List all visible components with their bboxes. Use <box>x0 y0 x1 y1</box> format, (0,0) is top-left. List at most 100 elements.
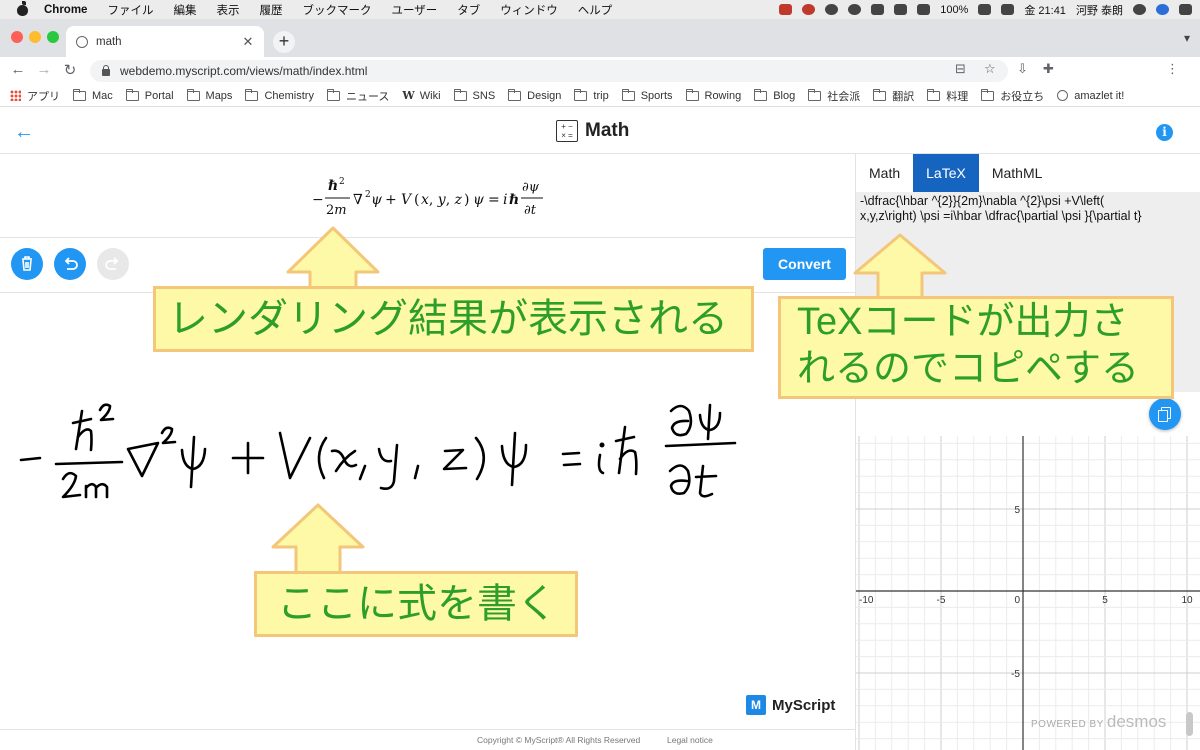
menu-clock[interactable]: 金 21:41 <box>1024 2 1066 18</box>
time-machine-icon[interactable] <box>825 4 839 15</box>
tab-math[interactable]: Math <box>856 154 913 192</box>
apple-icon[interactable] <box>14 0 32 17</box>
bookmark-trip[interactable]: trip <box>574 88 609 102</box>
scrollbar-thumb[interactable] <box>1186 712 1193 736</box>
tab-mathml[interactable]: MathML <box>979 154 1056 192</box>
new-tab-button[interactable]: + <box>273 31 295 53</box>
bookmark-cooking[interactable]: 料理 <box>927 88 968 104</box>
battery-icon[interactable] <box>978 4 992 15</box>
info-icon[interactable]: i <box>1156 124 1173 141</box>
menu-bookmarks[interactable]: ブックマーク <box>302 2 371 18</box>
bookmark-social[interactable]: 社会派 <box>808 88 860 104</box>
url-text[interactable]: webdemo.myscript.com/views/math/index.ht… <box>120 64 367 78</box>
convert-button[interactable]: Convert <box>763 248 846 280</box>
bookmark-label: trip <box>593 89 609 102</box>
bookmark-apps[interactable]: アプリ <box>10 88 60 104</box>
browser-tab[interactable]: math ✕ <box>66 26 264 57</box>
bookmark-portal[interactable]: Portal <box>125 88 174 102</box>
minimize-window-button[interactable] <box>29 31 41 43</box>
menu-edit[interactable]: 編集 <box>173 2 196 18</box>
handwriting-canvas[interactable] <box>0 293 855 729</box>
bookmark-label: Rowing <box>704 89 742 102</box>
svg-text:2: 2 <box>365 190 371 200</box>
input-method-icon[interactable] <box>1001 4 1015 15</box>
close-tab-icon[interactable]: ✕ <box>240 34 256 50</box>
bookmark-sns[interactable]: SNS <box>453 88 496 102</box>
bookmark-design[interactable]: Design <box>508 88 561 102</box>
extensions-icon[interactable]: ✚ <box>1043 61 1054 77</box>
bookmark-star-icon[interactable]: ☆ <box>984 61 996 77</box>
bookmark-label: Chemistry <box>264 89 314 102</box>
menu-users[interactable]: ユーザー <box>391 2 437 18</box>
siri-icon[interactable] <box>1156 4 1169 15</box>
tick-label: 10 <box>1181 595 1193 606</box>
myscript-brand[interactable]: M MyScript <box>746 695 835 715</box>
download-extension-icon[interactable]: ⇩ <box>1017 61 1028 77</box>
svg-text:∂ψ: ∂ψ <box>522 180 540 195</box>
folder-icon <box>754 88 768 101</box>
forward-icon[interactable]: → <box>34 61 54 78</box>
back-icon[interactable]: ← <box>8 61 28 78</box>
wikipedia-icon: W <box>402 89 415 102</box>
bookmark-label: SNS <box>472 89 496 102</box>
legal-notice-link[interactable]: Legal notice <box>667 735 713 745</box>
undo-button[interactable] <box>54 248 86 280</box>
menu-help[interactable]: ヘルプ <box>578 2 613 18</box>
bookmark-news[interactable]: ニュース <box>326 88 390 104</box>
bookmark-useful[interactable]: お役立ち <box>981 88 1044 104</box>
close-window-button[interactable] <box>11 31 23 43</box>
spotlight-icon[interactable] <box>1133 4 1146 15</box>
bookmark-translate[interactable]: 翻訳 <box>873 88 914 104</box>
menu-window[interactable]: ウィンドウ <box>500 2 558 18</box>
notification-icon[interactable] <box>779 4 793 15</box>
control-center-icon[interactable] <box>1179 4 1192 15</box>
bookmark-label: 社会派 <box>827 90 861 103</box>
wifi-icon[interactable] <box>871 4 885 15</box>
bookmark-wiki[interactable]: W Wiki <box>402 89 440 102</box>
desmos-graph[interactable]: -10 -5 0 5 10 5 -5 <box>856 436 1200 750</box>
desmos-badge[interactable]: POWERED BY desmos <box>1031 712 1166 732</box>
translate-icon[interactable]: ⊟ <box>955 61 966 77</box>
folder-icon <box>621 88 635 101</box>
reload-icon[interactable]: ↻ <box>60 61 80 79</box>
address-bar[interactable]: webdemo.myscript.com/views/math/index.ht… <box>90 60 1008 82</box>
bookmark-maps[interactable]: Maps <box>186 88 232 102</box>
redo-button[interactable] <box>97 248 129 280</box>
volume-icon[interactable] <box>917 4 931 15</box>
bookmark-amazlet[interactable]: amazlet it! <box>1057 90 1124 102</box>
menu-user[interactable]: 河野 泰朗 <box>1076 2 1123 18</box>
bookmarks-bar: アプリ Mac Portal Maps Chemistry ニュース W Wiki… <box>0 85 1200 107</box>
latex-code[interactable]: -\dfrac{\hbar ^{2}}{2m}\nabla ^{2}\psi +… <box>860 194 1197 224</box>
battery-percent[interactable]: 100% <box>940 4 968 16</box>
chrome-menu-icon[interactable]: ⋮ <box>1166 61 1179 77</box>
tick-label: -5 <box>1011 669 1020 680</box>
bookmark-sports[interactable]: Sports <box>621 88 673 102</box>
rendered-formula: − ℏ 2 2m ∇ 2 ψ + V ( x, y, z ) ψ = i ℏ ∂… <box>312 177 543 218</box>
menu-file[interactable]: ファイル <box>107 2 153 18</box>
zoom-window-button[interactable] <box>47 31 59 43</box>
bookmark-blog[interactable]: Blog <box>754 88 795 102</box>
bookmark-chemistry[interactable]: Chemistry <box>245 88 314 102</box>
svg-text:(: ( <box>414 192 419 208</box>
page-footer: Copyright © MyScript® All Rights Reserve… <box>0 729 855 750</box>
status-icon[interactable] <box>802 4 816 15</box>
lock-icon[interactable] <box>102 64 110 76</box>
tab-latex[interactable]: LaTeX <box>913 154 979 192</box>
bookmark-rowing[interactable]: Rowing <box>685 88 742 102</box>
menu-history[interactable]: 履歴 <box>259 2 282 18</box>
folder-icon <box>186 88 200 101</box>
menu-view[interactable]: 表示 <box>216 2 239 18</box>
back-arrow-icon[interactable]: ← <box>14 121 34 144</box>
bookmark-label: ニュース <box>345 90 390 103</box>
copy-button[interactable] <box>1149 398 1181 430</box>
desmos-logo: desmos <box>1106 712 1167 731</box>
menu-app-name[interactable]: Chrome <box>44 4 87 16</box>
menu-tab[interactable]: タブ <box>457 2 480 18</box>
sync-icon[interactable] <box>848 4 862 15</box>
tab-search-icon[interactable]: ▾ <box>1184 31 1190 45</box>
clear-button[interactable] <box>11 248 43 280</box>
eject-icon[interactable] <box>894 4 908 15</box>
bookmark-mac[interactable]: Mac <box>73 88 113 102</box>
tick-label: 0 <box>1014 595 1020 606</box>
svg-text:+: + <box>385 192 397 208</box>
